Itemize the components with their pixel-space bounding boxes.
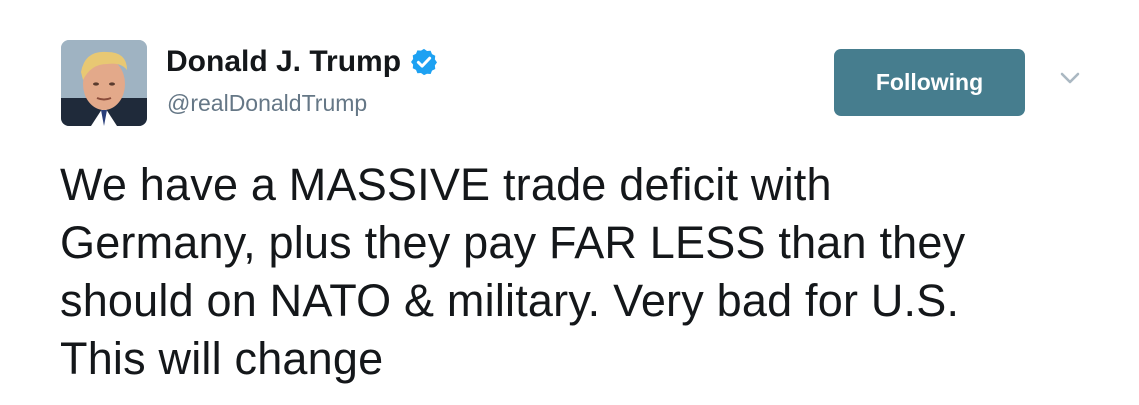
author-handle[interactable]: @realDonaldTrump [167,88,367,118]
tweet-text-line: We have a MASSIVE trade deficit with [60,159,832,210]
chevron-down-icon[interactable] [1058,70,1082,86]
tweet-text-line: should on NATO & military. Very bad for … [60,275,960,326]
tweet-text-line: Germany, plus they pay FAR LESS than the… [60,217,966,268]
profile-photo-icon [61,40,147,126]
author-name-text[interactable]: Donald J. Trump [166,44,401,80]
tweet-text-line: This will change [60,333,384,384]
tweet-card: Donald J. Trump @realDonaldTrump Followi… [0,0,1139,405]
tweet-text: We have a MASSIVE trade deficit with Ger… [60,156,1100,388]
author-name[interactable]: Donald J. Trump [166,44,439,80]
following-button[interactable]: Following [834,49,1025,116]
avatar[interactable] [61,40,147,126]
verified-badge-icon [411,48,438,76]
